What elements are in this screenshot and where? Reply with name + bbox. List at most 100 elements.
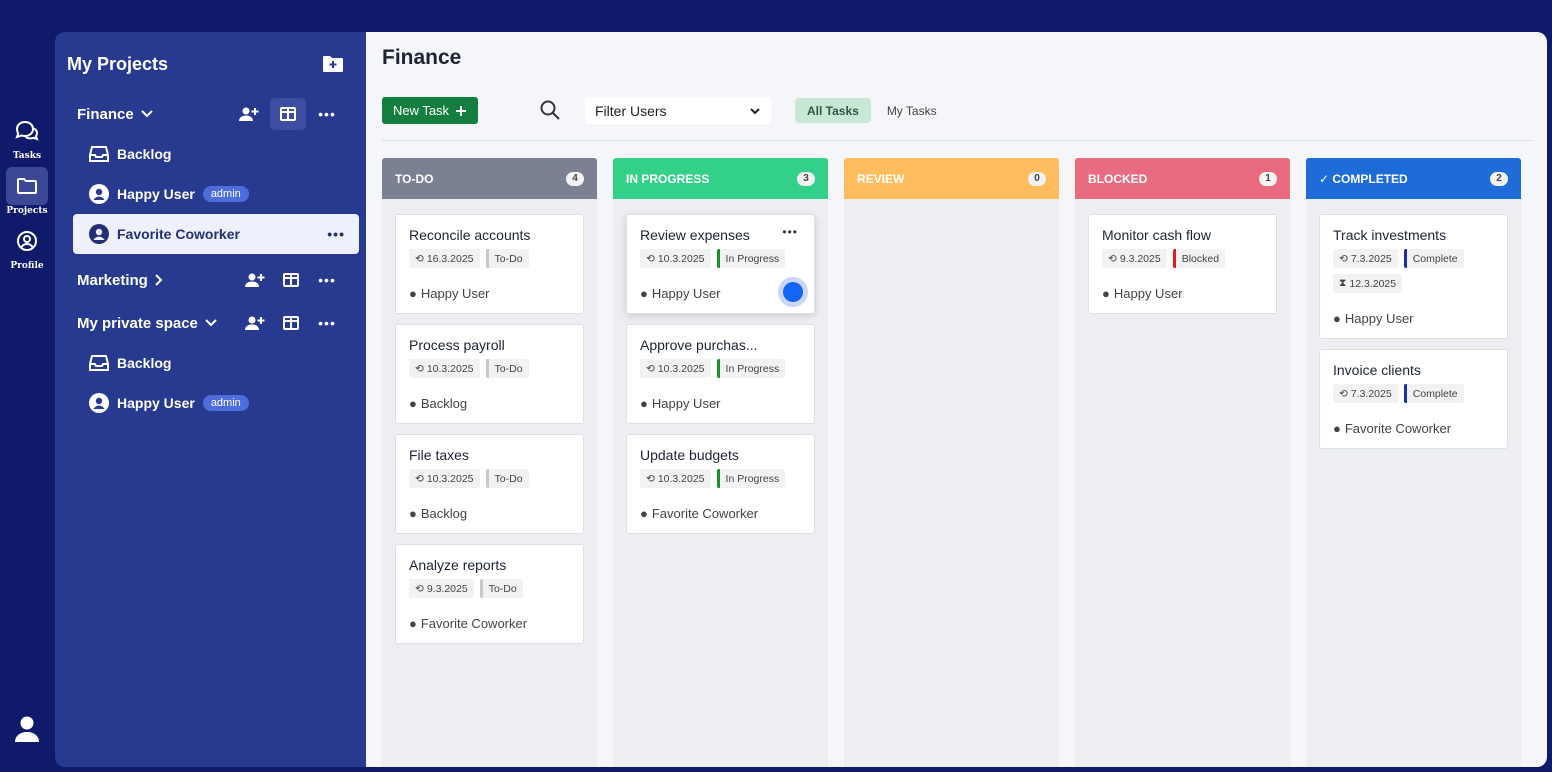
board-view-icon[interactable]	[276, 265, 306, 295]
sidebar-item-label: Happy User	[117, 395, 195, 411]
task-card[interactable]: Invoice clients ⟲ 7.3.2025 Complete ● Favo…	[1319, 349, 1508, 449]
more-options-icon[interactable]: •••	[782, 225, 798, 239]
column-count: 0	[1028, 171, 1046, 186]
project-finance[interactable]: Finance •••	[55, 94, 366, 134]
history-icon: ⟲	[415, 362, 424, 375]
history-icon: ⟲	[1339, 387, 1348, 400]
more-options-icon[interactable]: •••	[312, 265, 342, 295]
assignee-name: Favorite Coworker	[1344, 421, 1452, 436]
plus-icon	[456, 105, 467, 116]
task-assignee: ● Happy User	[409, 286, 490, 301]
more-options-icon[interactable]: •••	[312, 308, 342, 338]
assignee-name: Happy User	[1113, 286, 1183, 301]
add-folder-icon[interactable]	[322, 54, 344, 74]
chevron-down-icon[interactable]	[140, 109, 154, 119]
task-card[interactable]: Track investments ⟲ 7.3.2025 Complete ⧗ 12…	[1319, 214, 1508, 339]
column-header: ✓ COMPLETED 2	[1306, 158, 1521, 199]
project-private-space[interactable]: My private space •••	[55, 303, 366, 343]
status-badge: In Progress	[716, 249, 786, 268]
admin-badge: admin	[202, 395, 249, 411]
search-icon[interactable]	[539, 99, 563, 123]
sidebar-item-backlog[interactable]: Backlog	[55, 343, 366, 383]
task-assignee: ● Happy User	[1102, 286, 1183, 301]
task-card[interactable]: Approve purchas... ⟲ 10.3.2025 In Progres…	[626, 324, 815, 424]
tab-all-tasks[interactable]: All Tasks	[795, 98, 871, 123]
project-private-label: My private space	[77, 314, 198, 332]
status-badge: To-Do	[479, 579, 523, 598]
more-options-icon[interactable]: •••	[327, 226, 345, 242]
project-marketing[interactable]: Marketing •••	[55, 260, 366, 300]
task-assignee: ● Favorite Coworker	[409, 616, 527, 631]
task-card[interactable]: File taxes ⟲ 10.3.2025 To-Do ● Backlog	[395, 434, 584, 534]
sidebar-item-backlog[interactable]: Backlog	[55, 134, 366, 174]
column-count: 3	[797, 171, 815, 186]
add-member-icon[interactable]	[234, 99, 264, 129]
history-icon: ⟲	[415, 582, 424, 595]
sidebar-item-label: Favorite Coworker	[117, 226, 240, 242]
sidebar-item-happy-user[interactable]: Happy User admin	[55, 174, 366, 214]
date-chip: ⟲ 9.3.2025	[409, 579, 474, 598]
task-date: 10.3.2025	[657, 472, 705, 485]
toolbar-divider	[382, 140, 1532, 141]
assignee-name: Happy User	[1344, 311, 1414, 326]
task-assignee: ● Happy User	[640, 286, 721, 301]
user-avatar-icon	[89, 224, 109, 244]
user-circle-icon: ●	[640, 286, 648, 301]
column-header: REVIEW 0	[844, 158, 1059, 199]
user-avatar-icon	[89, 393, 109, 413]
column-header: IN PROGRESS 3	[613, 158, 828, 199]
add-member-icon[interactable]	[240, 265, 270, 295]
rail-profile-label: Profile	[10, 261, 44, 271]
history-icon: ⟲	[1108, 252, 1117, 265]
user-circle-icon: ●	[409, 286, 417, 301]
column-title: IN PROGRESS	[626, 171, 710, 186]
admin-badge: admin	[202, 186, 249, 202]
task-title: Invoice clients	[1333, 362, 1421, 378]
more-options-icon[interactable]: •••	[312, 99, 342, 129]
user-circle-icon: ●	[409, 506, 417, 521]
project-marketing-label: Marketing	[77, 271, 148, 289]
date-chip: ⟲ 10.3.2025	[409, 469, 480, 488]
rail-profile[interactable]: Profile	[5, 222, 49, 271]
task-due-date: 12.3.2025	[1349, 277, 1397, 290]
task-card[interactable]: Reconcile accounts ⟲ 16.3.2025 To-Do ● Hap…	[395, 214, 584, 314]
task-date: 10.3.2025	[657, 362, 705, 375]
projects-sidebar: My Projects Finance ••• Backlog Happy Us…	[55, 32, 366, 767]
chevron-down-icon[interactable]	[204, 318, 218, 328]
chevron-right-icon[interactable]	[154, 273, 164, 287]
filter-users-select[interactable]: Filter Users	[585, 97, 771, 124]
date-chip: ⟲ 10.3.2025	[640, 359, 711, 378]
column-in-progress: IN PROGRESS 3 Review expenses ••• ⟲ 10.3.…	[613, 158, 828, 767]
due-date-chip: ⧗ 12.3.2025	[1333, 274, 1403, 293]
task-date: 16.3.2025	[426, 252, 474, 265]
task-card[interactable]: Update budgets ⟲ 10.3.2025 In Progress ● F…	[626, 434, 815, 534]
history-icon: ⟲	[646, 472, 655, 485]
rail-tasks[interactable]: Tasks	[5, 112, 49, 161]
task-assignee: ● Favorite Coworker	[1333, 421, 1451, 436]
task-card[interactable]: Review expenses ••• ⟲ 10.3.2025 In Progre…	[626, 214, 815, 314]
task-date: 9.3.2025	[426, 582, 468, 595]
add-member-icon[interactable]	[240, 308, 270, 338]
board-view-icon[interactable]	[276, 308, 306, 338]
column-header: BLOCKED 1	[1075, 158, 1290, 199]
sidebar-item-favorite-coworker[interactable]: Favorite Coworker •••	[73, 214, 359, 254]
column-count: 1	[1259, 171, 1277, 186]
history-icon: ⟲	[415, 472, 424, 485]
new-task-button[interactable]: New Task	[382, 97, 478, 124]
page-title: Finance	[382, 46, 462, 69]
tab-my-tasks[interactable]: My Tasks	[875, 98, 949, 123]
sidebar-item-happy-user[interactable]: Happy User admin	[55, 383, 366, 423]
column-todo: TO-DO 4 Reconcile accounts ⟲ 16.3.2025 To…	[382, 158, 597, 767]
task-card[interactable]: Analyze reports ⟲ 9.3.2025 To-Do ● Favorit…	[395, 544, 584, 644]
rail-projects[interactable]: Projects	[5, 167, 49, 216]
status-badge: Complete	[1403, 249, 1464, 268]
chat-bubbles-icon	[6, 112, 48, 150]
account-avatar-icon[interactable]	[12, 714, 42, 744]
column-title: REVIEW	[857, 171, 905, 186]
board-view-icon[interactable]	[270, 98, 306, 130]
user-circle-icon: ●	[409, 616, 417, 631]
task-date: 9.3.2025	[1119, 252, 1161, 265]
task-assignee: ● Backlog	[409, 396, 467, 411]
task-card[interactable]: Monitor cash flow ⟲ 9.3.2025 Blocked ● Hap…	[1088, 214, 1277, 314]
task-card[interactable]: Process payroll ⟲ 10.3.2025 To-Do ● Backlo…	[395, 324, 584, 424]
